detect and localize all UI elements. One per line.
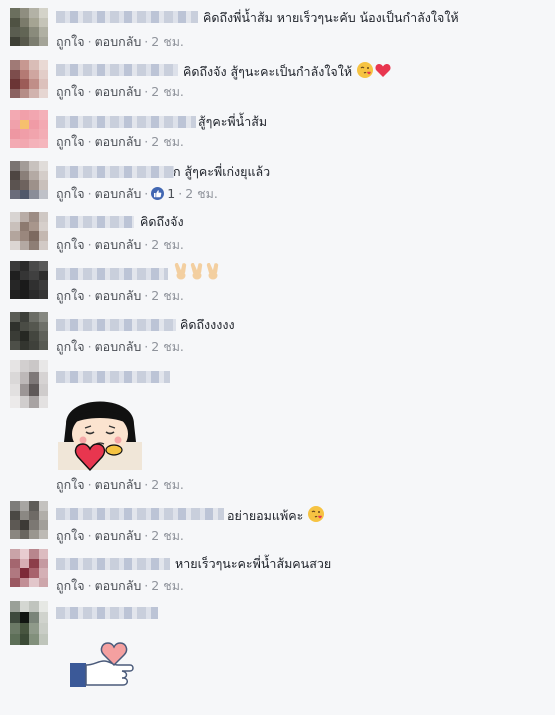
- blurred-author-name[interactable]: [56, 64, 178, 76]
- reply-link[interactable]: ตอบกลับ: [95, 528, 142, 543]
- comment-actions: ถูกใจ · ตอบกลับ · 2 ชม.: [56, 134, 184, 149]
- victory-hand-icon: [173, 262, 189, 286]
- comment-text: คิดถึงงงงง: [180, 317, 235, 332]
- comment-text: สู้ๆคะพี่น้ำส้ม: [198, 114, 268, 129]
- kiss-icon: [356, 61, 374, 84]
- comment-actions: ถูกใจ · ตอบกลับ · 2 ชม.: [56, 339, 184, 354]
- reply-link[interactable]: ตอบกลับ: [95, 578, 142, 593]
- comment-actions: ถูกใจ · ตอบกลับ · 2 ชม.: [56, 477, 184, 492]
- blurred-author-name[interactable]: [56, 371, 170, 383]
- avatar[interactable]: [10, 261, 48, 299]
- comment-actions: ถูกใจ · ตอบกลับ · 2 ชม.: [56, 578, 184, 593]
- comment-actions: ถูกใจ · ตอบกลับ · 2 ชม.: [56, 528, 184, 543]
- timestamp[interactable]: 2 ชม.: [151, 134, 184, 149]
- reply-link[interactable]: ตอบกลับ: [95, 134, 142, 149]
- avatar[interactable]: [10, 110, 48, 148]
- like-link[interactable]: ถูกใจ: [56, 34, 85, 49]
- reply-link[interactable]: ตอบกลับ: [95, 477, 142, 492]
- reply-link[interactable]: ตอบกลับ: [95, 339, 142, 354]
- reply-link[interactable]: ตอบกลับ: [95, 237, 142, 252]
- reply-link[interactable]: ตอบกลับ: [95, 288, 142, 303]
- victory-hand-icon: [205, 262, 221, 286]
- avatar[interactable]: [10, 360, 48, 408]
- reply-link[interactable]: ตอบกลับ: [95, 186, 142, 201]
- timestamp[interactable]: 2 ชม.: [151, 34, 184, 49]
- comment-text: อย่ายอมแพ้คะ: [227, 505, 325, 528]
- like-link[interactable]: ถูกใจ: [56, 477, 85, 492]
- comment-actions: ถูกใจ · ตอบกลับ · 2 ชม.: [56, 84, 184, 99]
- avatar[interactable]: [10, 212, 48, 250]
- comment-actions: ถูกใจ · ตอบกลับ · 2 ชม.: [56, 288, 184, 303]
- avatar[interactable]: [10, 312, 48, 350]
- avatar[interactable]: [10, 501, 48, 539]
- comment-text: คิดถึงจัง สู้ๆนะคะเป็นกำลังใจให้: [183, 61, 392, 84]
- kiss-icon: [307, 505, 325, 528]
- hand-holding-heart-sticker[interactable]: [68, 641, 140, 695]
- timestamp[interactable]: 2 ชม.: [151, 288, 184, 303]
- comment-text: คิดถึงจัง: [140, 214, 184, 229]
- avatar[interactable]: [10, 549, 48, 587]
- victory-hand-icon: [189, 262, 205, 286]
- timestamp[interactable]: 2 ชม.: [185, 186, 218, 201]
- blurred-author-name[interactable]: [56, 607, 158, 619]
- comment-actions: ถูกใจ · ตอบกลับ · 2 ชม.: [56, 237, 184, 252]
- avatar[interactable]: [10, 60, 48, 98]
- blurred-author-name[interactable]: [56, 268, 168, 280]
- timestamp[interactable]: 2 ชม.: [151, 477, 184, 492]
- timestamp[interactable]: 2 ชม.: [151, 237, 184, 252]
- comment-text: [173, 262, 221, 286]
- like-link[interactable]: ถูกใจ: [56, 288, 85, 303]
- like-link[interactable]: ถูกใจ: [56, 134, 85, 149]
- heart-icon: [374, 61, 392, 84]
- comment-actions: ถูกใจ · ตอบกลับ · 2 ชม.: [56, 34, 184, 49]
- blurred-author-name[interactable]: [56, 216, 134, 228]
- like-link[interactable]: ถูกใจ: [56, 339, 85, 354]
- avatar[interactable]: [10, 8, 48, 46]
- like-link[interactable]: ถูกใจ: [56, 578, 85, 593]
- comment-text: คิดถึงพี่น้ำส้ม หายเร็วๆนะคับ น้องเป็นกำ…: [203, 10, 459, 25]
- blurred-author-name[interactable]: [56, 508, 224, 520]
- reply-link[interactable]: ตอบกลับ: [95, 84, 142, 99]
- blurred-author-name[interactable]: [56, 166, 174, 178]
- like-count[interactable]: 1: [164, 186, 175, 201]
- comment-text: ก สู้ๆคะพี่เก่งยุแล้ว: [173, 164, 271, 179]
- timestamp[interactable]: 2 ชม.: [151, 578, 184, 593]
- blurred-author-name[interactable]: [56, 116, 196, 128]
- timestamp[interactable]: 2 ชม.: [151, 339, 184, 354]
- girl-holding-heart-sticker[interactable]: [56, 384, 146, 478]
- reply-link[interactable]: ตอบกลับ: [95, 34, 142, 49]
- like-link[interactable]: ถูกใจ: [56, 237, 85, 252]
- avatar[interactable]: [10, 601, 48, 645]
- comment-actions: ถูกใจ · ตอบกลับ · 1 · 2 ชม.: [56, 186, 218, 201]
- like-link[interactable]: ถูกใจ: [56, 528, 85, 543]
- comment-text: หายเร็วๆนะคะพี่น้ำส้มคนสวย: [175, 556, 332, 571]
- like-link[interactable]: ถูกใจ: [56, 186, 85, 201]
- avatar[interactable]: [10, 161, 48, 199]
- like-reaction-icon[interactable]: [151, 187, 165, 200]
- blurred-author-name[interactable]: [56, 558, 170, 570]
- timestamp[interactable]: 2 ชม.: [151, 84, 184, 99]
- like-link[interactable]: ถูกใจ: [56, 84, 85, 99]
- blurred-author-name[interactable]: [56, 11, 198, 23]
- timestamp[interactable]: 2 ชม.: [151, 528, 184, 543]
- blurred-author-name[interactable]: [56, 319, 176, 331]
